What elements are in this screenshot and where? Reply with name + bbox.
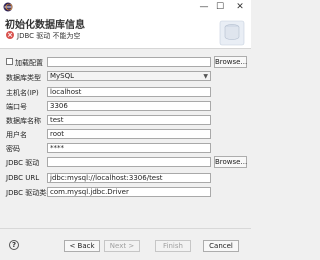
jdbc-url-input[interactable]: jdbc:mysql://localhost:3306/test	[47, 173, 211, 183]
password-input[interactable]: ****	[47, 143, 211, 153]
dbname-input[interactable]: test	[47, 115, 211, 125]
user-label: 用户名	[6, 131, 27, 139]
browse-jdbc-button[interactable]: Browse...	[214, 156, 247, 168]
host-label: 主机名(IP)	[6, 89, 39, 97]
db-type-select[interactable]: MySQL ▼	[47, 71, 211, 81]
back-button[interactable]: < Back	[64, 240, 100, 252]
cancel-button[interactable]: Cancel	[203, 240, 239, 252]
port-label: 端口号	[6, 103, 27, 111]
port-input[interactable]: 3306	[47, 101, 211, 111]
database-banner-icon	[219, 20, 245, 46]
footer-divider	[0, 228, 251, 229]
jdbc-driver-label: JDBC 驱动	[6, 159, 40, 167]
jdbc-driver-input[interactable]	[47, 157, 211, 167]
chevron-down-icon: ▼	[203, 73, 208, 80]
wizard-header: 初始化数据库信息 × JDBC 驱动 不能为空	[0, 14, 251, 49]
title-bar: — ☐ ✕	[0, 0, 251, 14]
finish-button[interactable]: Finish	[155, 240, 191, 252]
db-type-value: MySQL	[50, 72, 75, 80]
eclipse-app-icon	[3, 2, 13, 12]
jdbc-class-input[interactable]: com.mysql.jdbc.Driver	[47, 187, 211, 197]
user-input[interactable]: root	[47, 129, 211, 139]
wizard-title: 初始化数据库信息	[5, 20, 85, 31]
dbname-label: 数据库名称	[6, 117, 41, 125]
error-icon: ×	[6, 31, 14, 39]
host-input[interactable]: localhost	[47, 87, 211, 97]
maximize-button[interactable]: ☐	[214, 1, 226, 13]
help-icon[interactable]: ?	[9, 240, 19, 250]
close-button[interactable]: ✕	[234, 1, 246, 13]
load-config-label: 加载配置	[15, 59, 43, 67]
password-label: 密码	[6, 145, 20, 153]
next-button[interactable]: Next >	[104, 240, 140, 252]
load-config-checkbox[interactable]	[6, 58, 13, 65]
config-path-field[interactable]	[47, 57, 211, 67]
jdbc-url-label: JDBC URL	[6, 174, 40, 182]
error-message: JDBC 驱动 不能为空	[17, 32, 81, 40]
browse-config-button[interactable]: Browse...	[214, 56, 247, 68]
db-type-label: 数据库类型	[6, 74, 41, 82]
minimize-button[interactable]: —	[198, 1, 210, 13]
